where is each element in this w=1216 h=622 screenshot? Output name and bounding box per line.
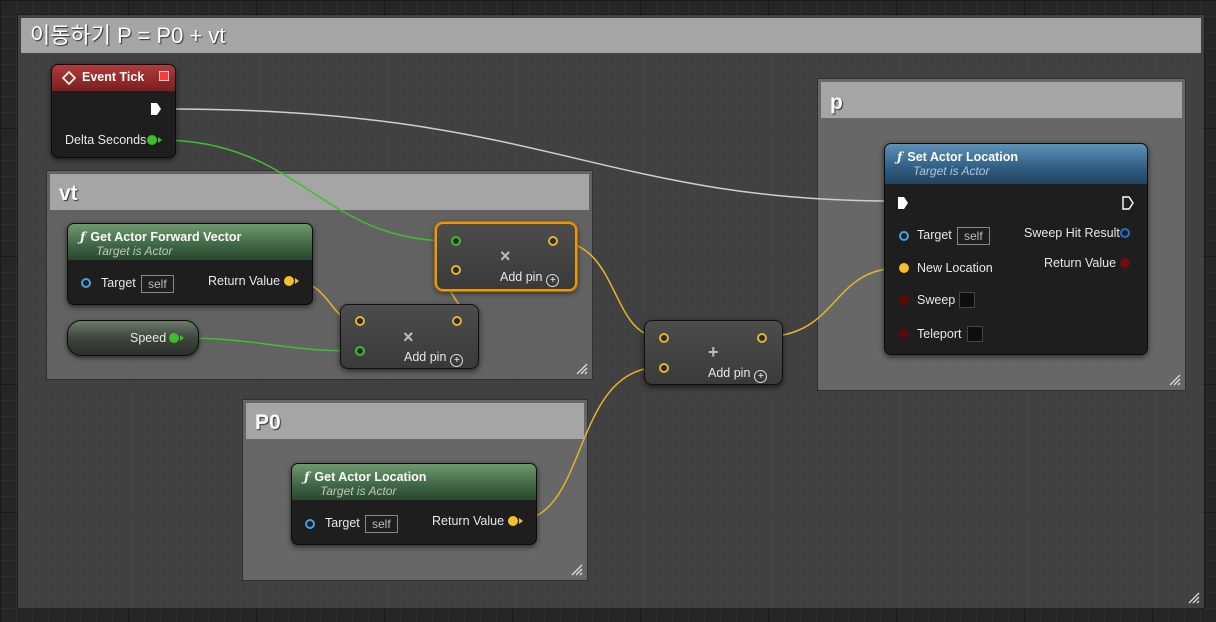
resize-grip-icon[interactable] [1169, 374, 1181, 386]
resize-grip-icon[interactable] [576, 363, 588, 375]
function-icon: ƒ [897, 149, 903, 164]
target-self-field[interactable]: self [365, 515, 398, 533]
new-location-label: New Location [917, 261, 993, 275]
multiply-1-output-pin[interactable] [548, 236, 558, 246]
event-close-icon [159, 71, 169, 81]
add-output-pin[interactable] [757, 333, 767, 343]
forward-vector-node[interactable]: ƒ Get Actor Forward Vector Target is Acto… [67, 223, 313, 305]
multiply-node-1[interactable]: × Add pin + [435, 222, 577, 291]
set-location-title: Set Actor Location [907, 150, 1019, 164]
delta-seconds-label: Delta Seconds [65, 133, 147, 147]
sweep-label: Sweep [917, 293, 956, 307]
return-value-pin[interactable] [508, 516, 518, 526]
comment-p-title[interactable]: p [821, 82, 1182, 118]
speed-pin[interactable] [169, 333, 179, 343]
return-value-label: Return Value [1044, 256, 1117, 270]
add-pin-label: Add pin [500, 270, 543, 284]
return-value-pin[interactable] [284, 276, 294, 286]
pin-arrow-icon [519, 518, 523, 524]
sweep-hit-result-pin[interactable] [1120, 228, 1130, 238]
pin-arrow-icon [180, 335, 184, 341]
target-label: Target [917, 228, 952, 242]
set-location-node[interactable]: ƒ Set Actor Location Target is Actor Targ… [884, 143, 1148, 355]
add-pin-button[interactable]: Add pin + [708, 366, 768, 383]
teleport-checkbox[interactable] [967, 326, 983, 342]
speed-label: Speed [130, 331, 167, 345]
resize-grip-icon[interactable] [571, 564, 583, 576]
target-label: Target [101, 276, 136, 290]
plus-icon: + [708, 342, 719, 362]
pin-arrow-icon [158, 137, 162, 143]
multiply-1-input-b-pin[interactable] [451, 265, 461, 275]
forward-vector-subtitle: Target is Actor [96, 244, 173, 258]
target-label: Target [325, 516, 360, 530]
target-self-field[interactable]: self [141, 275, 174, 293]
multiply-icon: × [403, 327, 414, 347]
add-pin-label: Add pin [708, 366, 751, 380]
target-pin[interactable] [81, 278, 91, 288]
multiply-1-input-a-pin[interactable] [451, 236, 461, 246]
comment-outer-title[interactable]: 이동하기 P = P0 + vt [21, 18, 1201, 53]
function-icon: ƒ [80, 229, 86, 244]
get-location-subtitle: Target is Actor [320, 484, 397, 498]
speed-variable-node[interactable]: Speed [67, 320, 199, 356]
add-pin-label: Add pin [404, 350, 447, 364]
get-location-title: Get Actor Location [314, 470, 427, 484]
exec-out-icon[interactable] [150, 102, 162, 116]
add-input-b-pin[interactable] [659, 363, 669, 373]
pin-arrow-icon [295, 278, 299, 284]
event-diamond-icon [62, 71, 76, 85]
event-tick-header[interactable]: Event Tick [52, 65, 175, 91]
comment-p0-title[interactable]: P0 [246, 403, 584, 439]
multiply-node-2[interactable]: × Add pin + [340, 304, 479, 369]
add-circle-icon: + [546, 274, 560, 287]
return-value-label: Return Value [208, 274, 281, 288]
add-circle-icon: + [450, 354, 464, 367]
set-location-header[interactable]: ƒ Set Actor Location Target is Actor [885, 144, 1147, 184]
multiply-icon: × [500, 246, 511, 266]
sweep-checkbox[interactable] [959, 292, 975, 308]
get-location-node[interactable]: ƒ Get Actor Location Target is Actor Targ… [291, 463, 537, 545]
event-tick-title: Event Tick [82, 70, 145, 84]
sweep-hit-result-label: Sweep Hit Result [1024, 226, 1120, 240]
exec-out-icon[interactable] [1122, 196, 1134, 210]
get-location-header[interactable]: ƒ Get Actor Location Target is Actor [292, 464, 536, 500]
multiply-2-input-b-pin[interactable] [355, 346, 365, 356]
set-location-subtitle: Target is Actor [913, 164, 990, 178]
add-circle-icon: + [754, 370, 768, 383]
return-value-label: Return Value [432, 514, 505, 528]
teleport-pin[interactable] [899, 329, 909, 339]
multiply-2-output-pin[interactable] [452, 316, 462, 326]
function-icon: ƒ [304, 469, 310, 484]
delta-seconds-pin[interactable] [147, 135, 157, 145]
forward-vector-header[interactable]: ƒ Get Actor Forward Vector Target is Acto… [68, 224, 312, 260]
teleport-label: Teleport [917, 327, 962, 341]
target-pin[interactable] [899, 231, 909, 241]
add-pin-button[interactable]: Add pin + [404, 350, 464, 367]
event-tick-node[interactable]: Event Tick Delta Seconds [51, 64, 176, 158]
target-self-field[interactable]: self [957, 227, 990, 245]
add-input-a-pin[interactable] [659, 333, 669, 343]
forward-vector-title: Get Actor Forward Vector [90, 230, 242, 244]
comment-vt-title[interactable]: vt [50, 174, 589, 210]
multiply-2-input-a-pin[interactable] [355, 316, 365, 326]
exec-in-icon[interactable] [897, 196, 909, 210]
add-node[interactable]: + Add pin + [644, 320, 783, 385]
target-pin[interactable] [305, 519, 315, 529]
return-value-pin[interactable] [1120, 258, 1130, 268]
add-pin-button[interactable]: Add pin + [500, 270, 560, 287]
new-location-pin[interactable] [899, 263, 909, 273]
sweep-pin[interactable] [899, 295, 909, 305]
resize-grip-icon[interactable] [1188, 592, 1200, 604]
